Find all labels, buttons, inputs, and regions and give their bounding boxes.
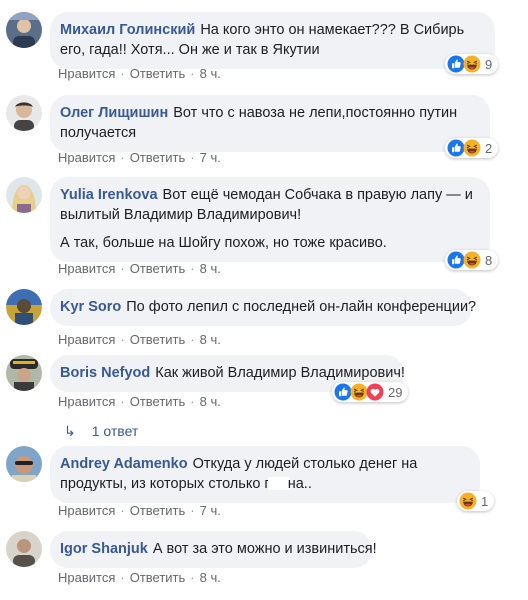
avatar[interactable] bbox=[6, 531, 42, 567]
reply-button[interactable]: Ответить bbox=[130, 503, 186, 518]
image-artifact bbox=[267, 477, 290, 490]
reactions-summary[interactable]: 2 bbox=[445, 138, 499, 158]
reply-button[interactable]: Ответить bbox=[130, 570, 186, 585]
avatar[interactable] bbox=[6, 177, 42, 213]
replies-count: 1 ответ bbox=[91, 423, 139, 439]
comment-author[interactable]: Boris Nefyod bbox=[60, 365, 150, 381]
like-button[interactable]: Нравится bbox=[58, 503, 115, 518]
comment-actions: Нравится · Ответить · 8 ч. bbox=[58, 261, 221, 276]
comment-actions: Нравится · Ответить · 8 ч. bbox=[58, 332, 221, 347]
comment-text: Как живой Владимир Владимирович! bbox=[155, 365, 405, 381]
comment-actions: Нравится · Ответить · 7 ч. bbox=[58, 150, 221, 165]
like-button[interactable]: Нравится bbox=[58, 261, 115, 276]
timestamp[interactable]: 8 ч. bbox=[200, 394, 221, 409]
haha-icon bbox=[463, 139, 481, 157]
reply-button[interactable]: Ответить bbox=[130, 150, 186, 165]
comment-bubble: Олег Лищишин Вот что с навоза не лепи,пос… bbox=[50, 95, 490, 152]
comment-text: А так, больше на Шойгу похож, но тоже кр… bbox=[60, 235, 387, 251]
avatar[interactable] bbox=[6, 95, 42, 131]
avatar[interactable] bbox=[6, 446, 42, 482]
timestamp[interactable]: 8 ч. bbox=[200, 332, 221, 347]
comment-bubble: Igor Shanjuk А вот за это можно и извинит… bbox=[50, 531, 377, 568]
reactions-summary[interactable]: 1 bbox=[457, 491, 495, 511]
comment-author[interactable]: Kyr Soro bbox=[60, 299, 121, 315]
avatar[interactable] bbox=[6, 12, 42, 48]
reaction-count: 1 bbox=[481, 493, 489, 509]
comment-author[interactable]: Yulia Irenkova bbox=[60, 187, 158, 203]
view-replies-link[interactable]: ↳ 1 ответ bbox=[64, 423, 138, 440]
timestamp[interactable]: 7 ч. bbox=[200, 503, 221, 518]
reactions-summary[interactable]: 9 bbox=[445, 54, 499, 74]
haha-icon bbox=[463, 251, 481, 269]
love-icon bbox=[366, 383, 384, 401]
haha-icon bbox=[459, 492, 477, 510]
reactions-summary[interactable]: 8 bbox=[445, 250, 499, 270]
comment-author[interactable]: Михаил Голинский bbox=[60, 22, 195, 38]
timestamp[interactable]: 8 ч. bbox=[200, 570, 221, 585]
avatar[interactable] bbox=[6, 289, 42, 325]
comment-text: По фото лепил с последней он-лайн конфер… bbox=[126, 299, 477, 315]
comment-bubble: Kyr Soro По фото лепил с последней он-лай… bbox=[50, 289, 476, 326]
comment-author[interactable]: Andrey Adamenko bbox=[60, 456, 188, 472]
like-button[interactable]: Нравится bbox=[58, 150, 115, 165]
like-button[interactable]: Нравится bbox=[58, 394, 115, 409]
comment-author[interactable]: Олег Лищишин bbox=[60, 105, 168, 121]
reply-button[interactable]: Ответить bbox=[130, 66, 186, 81]
comment-actions: Нравится · Ответить · 8 ч. bbox=[58, 394, 221, 409]
comment-actions: Нравится · Ответить · 7 ч. bbox=[58, 503, 221, 518]
comment-text: на.. bbox=[287, 476, 312, 492]
reactions-summary[interactable]: 29 bbox=[332, 382, 409, 402]
reply-arrow-icon: ↳ bbox=[64, 423, 76, 439]
comment-author[interactable]: Igor Shanjuk bbox=[60, 541, 148, 557]
reaction-count: 29 bbox=[388, 384, 403, 400]
comment-bubble: Yulia Irenkova Вот ещё чемодан Собчака в … bbox=[50, 177, 490, 262]
comment-bubble: Andrey Adamenko Откуда у людей столько де… bbox=[50, 446, 480, 503]
avatar[interactable] bbox=[6, 355, 42, 391]
haha-icon bbox=[463, 55, 481, 73]
like-button[interactable]: Нравится bbox=[58, 332, 115, 347]
timestamp[interactable]: 8 ч. bbox=[200, 66, 221, 81]
reaction-count: 8 bbox=[485, 252, 493, 268]
reply-button[interactable]: Ответить bbox=[130, 332, 186, 347]
comment-actions: Нравится · Ответить · 8 ч. bbox=[58, 66, 221, 81]
reaction-count: 9 bbox=[485, 56, 493, 72]
reaction-count: 2 bbox=[485, 140, 493, 156]
like-button[interactable]: Нравится bbox=[58, 570, 115, 585]
comment-bubble: Михаил Голинский На кого энто он намекает… bbox=[50, 12, 495, 69]
reply-button[interactable]: Ответить bbox=[130, 261, 186, 276]
reply-button[interactable]: Ответить bbox=[130, 394, 186, 409]
comment-text: А вот за это можно и извиниться! bbox=[152, 541, 377, 557]
like-button[interactable]: Нравится bbox=[58, 66, 115, 81]
timestamp[interactable]: 8 ч. bbox=[200, 261, 221, 276]
comment-actions: Нравится · Ответить · 8 ч. bbox=[58, 570, 221, 585]
timestamp[interactable]: 7 ч. bbox=[200, 150, 221, 165]
